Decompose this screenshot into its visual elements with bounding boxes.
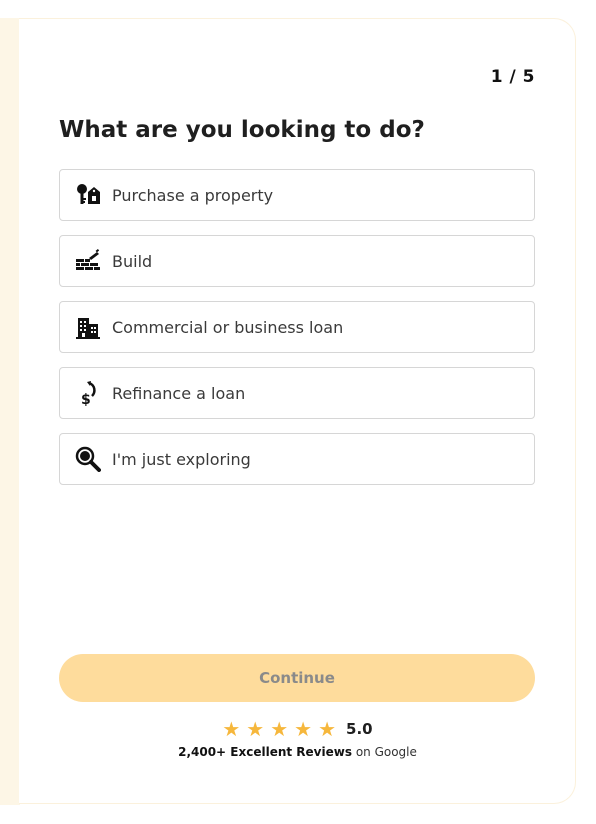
brick-trowel-icon: [75, 248, 101, 274]
reviews-source: on Google: [355, 745, 417, 759]
question-card: 1 / 5 What are you looking to do? Purcha…: [19, 18, 576, 804]
star-icon: ★: [318, 717, 337, 741]
keys-icon: [75, 182, 101, 208]
star-icon: ★: [246, 717, 265, 741]
dollar-refresh-icon: $: [75, 380, 101, 406]
stars-row: ★ ★ ★ ★ ★ 5.0: [19, 719, 576, 739]
reviews-text: 2,400+ Excellent Reviews on Google: [19, 745, 576, 759]
rating-score: 5.0: [346, 720, 373, 738]
options-list: Purchase a property Build Commercial or …: [59, 169, 535, 499]
step-indicator: 1 / 5: [490, 67, 535, 87]
svg-text:$: $: [81, 392, 91, 406]
option-label: Build: [112, 251, 153, 271]
star-icon: ★: [294, 717, 313, 741]
building-icon: [75, 314, 101, 340]
option-label: Purchase a property: [112, 185, 274, 205]
option-commercial-loan[interactable]: Commercial or business loan: [59, 301, 535, 353]
continue-button[interactable]: Continue: [59, 654, 535, 702]
option-label: Refinance a loan: [112, 383, 246, 403]
magnifier-icon: [75, 446, 101, 472]
page-title: What are you looking to do?: [59, 117, 425, 143]
option-label: I'm just exploring: [112, 449, 251, 469]
rating-summary: ★ ★ ★ ★ ★ 5.0 2,400+ Excellent Reviews o…: [19, 719, 576, 759]
reviews-count: 2,400+ Excellent Reviews: [178, 745, 352, 759]
option-just-exploring[interactable]: I'm just exploring: [59, 433, 535, 485]
star-icon: ★: [222, 717, 241, 741]
option-purchase-property[interactable]: Purchase a property: [59, 169, 535, 221]
option-build[interactable]: Build: [59, 235, 535, 287]
star-icon: ★: [270, 717, 289, 741]
option-label: Commercial or business loan: [112, 317, 344, 337]
option-refinance-loan[interactable]: $ Refinance a loan: [59, 367, 535, 419]
side-strip: [0, 18, 20, 805]
